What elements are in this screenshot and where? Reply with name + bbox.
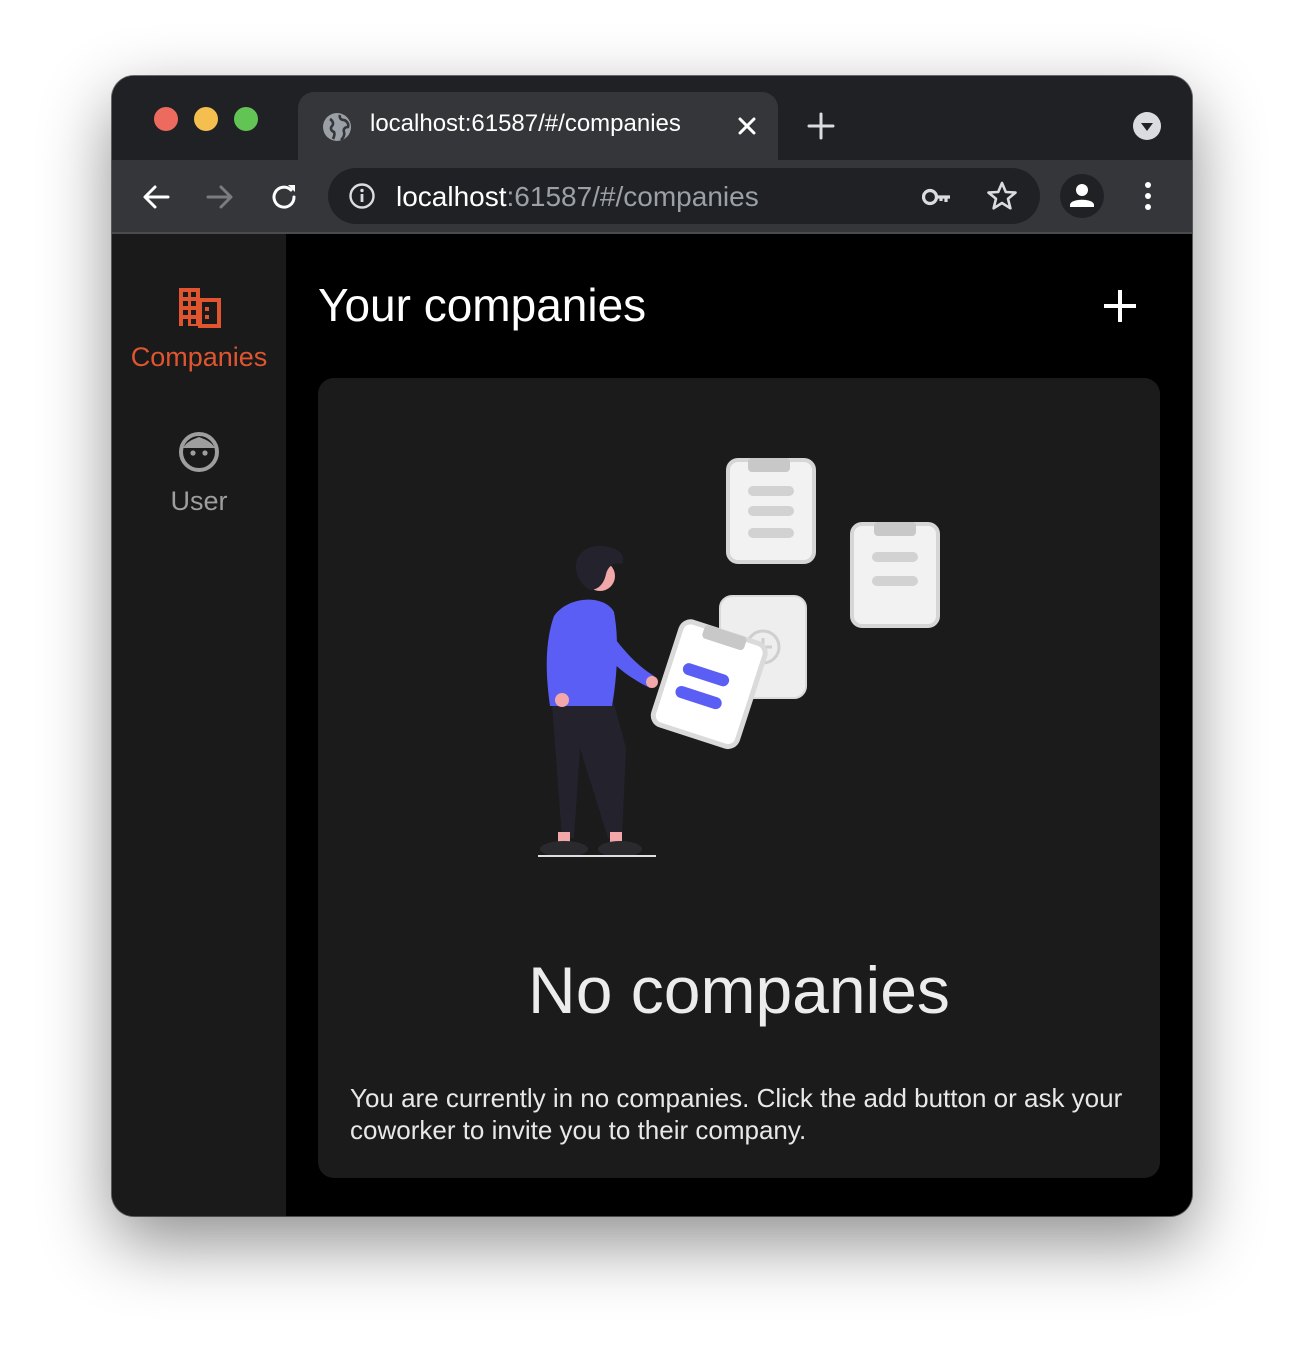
browser-toolbar: localhost:61587/#/companies	[112, 160, 1192, 234]
close-window-button[interactable]	[154, 107, 178, 131]
empty-state-illustration	[538, 458, 940, 857]
add-company-button[interactable]	[1098, 284, 1142, 328]
main-content: Your companies No companies You are curr…	[286, 234, 1192, 1216]
tab-strip: localhost:61587/#/companies	[112, 76, 1192, 160]
empty-state-description: You are currently in no companies. Click…	[350, 1083, 1123, 1145]
page-title: Your companies	[318, 279, 647, 331]
url-text[interactable]: localhost:61587/#/companies	[396, 181, 759, 213]
sidebar-item-companies[interactable]: Companies	[112, 288, 286, 388]
face-icon	[179, 432, 219, 472]
maximize-window-button[interactable]	[234, 107, 258, 131]
sidebar-item-label: Companies	[130, 342, 268, 372]
sidebar-item-user[interactable]: User	[112, 432, 286, 532]
minimize-window-button[interactable]	[194, 107, 218, 131]
site-info-icon[interactable]	[348, 182, 376, 210]
tab-title: localhost:61587/#/companies	[370, 110, 681, 137]
sidebar: Companies User	[112, 234, 286, 1216]
bookmark-star-icon[interactable]	[986, 180, 1018, 212]
address-bar[interactable]: localhost:61587/#/companies	[328, 168, 1040, 224]
empty-state-title: No companies	[528, 953, 950, 1027]
chevron-down-icon	[1141, 123, 1153, 131]
globe-icon	[323, 113, 351, 141]
reload-icon[interactable]	[268, 181, 300, 213]
tab-search-button[interactable]	[1133, 112, 1161, 140]
close-tab-icon[interactable]	[734, 113, 760, 139]
back-arrow-icon[interactable]	[140, 181, 172, 213]
forward-arrow-icon[interactable]	[204, 181, 236, 213]
building-icon	[179, 288, 221, 328]
empty-state-card: No companies You are currently in no com…	[318, 378, 1160, 1178]
more-vert-icon[interactable]	[1132, 178, 1164, 214]
person-icon	[1070, 184, 1094, 207]
browser-window: localhost:61587/#/companies localhost:61…	[112, 76, 1192, 1216]
browser-tab[interactable]: localhost:61587/#/companies	[298, 92, 778, 160]
profile-button[interactable]	[1060, 174, 1104, 218]
key-icon[interactable]	[922, 182, 952, 212]
url-path: :61587/#/companies	[506, 181, 759, 212]
sidebar-item-label: User	[170, 486, 228, 516]
url-host: localhost	[396, 181, 507, 212]
new-tab-icon[interactable]	[806, 111, 836, 141]
